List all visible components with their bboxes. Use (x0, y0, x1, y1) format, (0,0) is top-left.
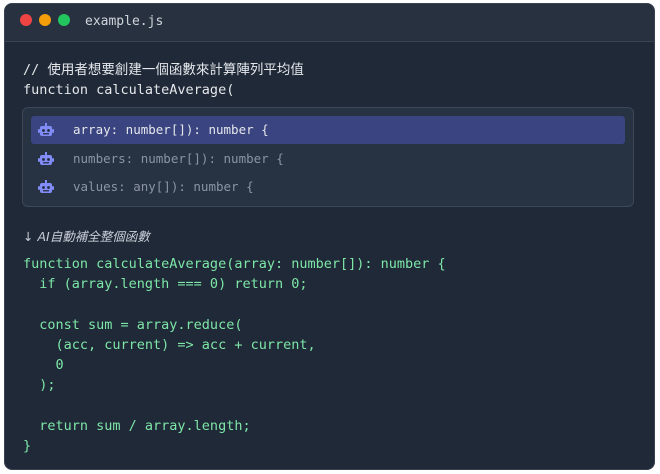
maximize-window-button[interactable] (58, 14, 70, 26)
close-window-button[interactable] (20, 14, 32, 26)
autocomplete-popup: array: number[]): number { numbers: numb… (22, 107, 634, 207)
code-line: function calculateAverage(array: number[… (23, 256, 446, 272)
suggestion-label: numbers: number[]): number { (73, 151, 284, 166)
code-line: return sum / array.length; (23, 417, 251, 434)
ai-note-text: AI自動補全整個函數 (37, 229, 150, 244)
code-line: ); (23, 377, 56, 394)
code-editor-window: example.js // 使用者想要創建一個函數來計算陣列平均值 functi… (4, 3, 655, 470)
robot-icon (38, 180, 54, 193)
typed-function-line[interactable]: function calculateAverage( (23, 80, 234, 100)
code-line: if (array.length === 0) return 0; (23, 276, 308, 293)
file-name: example.js (85, 14, 164, 29)
completed-code-block: function calculateAverage(array: number[… (23, 254, 446, 456)
code-line: } (23, 437, 32, 454)
suggestion-item[interactable]: values: any[]): number { (31, 173, 625, 201)
ai-completion-note: ↓ AI自動補全整個函數 (23, 226, 150, 245)
title-bar: example.js (5, 4, 654, 42)
code-line: (acc, current) => acc + current, (23, 336, 316, 353)
robot-icon (38, 152, 54, 165)
code-comment: // 使用者想要創建一個函數來計算陣列平均值 (23, 62, 304, 78)
minimize-window-button[interactable] (39, 14, 51, 26)
arrow-down-icon: ↓ (23, 229, 34, 244)
suggestion-label: values: any[]): number { (73, 179, 254, 194)
code-line: 0 (23, 356, 64, 373)
robot-icon (38, 123, 54, 136)
suggestion-item[interactable]: array: number[]): number { (31, 116, 625, 144)
code-line: const sum = array.reduce( (23, 316, 243, 333)
suggestion-item[interactable]: numbers: number[]): number { (31, 145, 625, 173)
suggestion-label: array: number[]): number { (73, 122, 269, 137)
